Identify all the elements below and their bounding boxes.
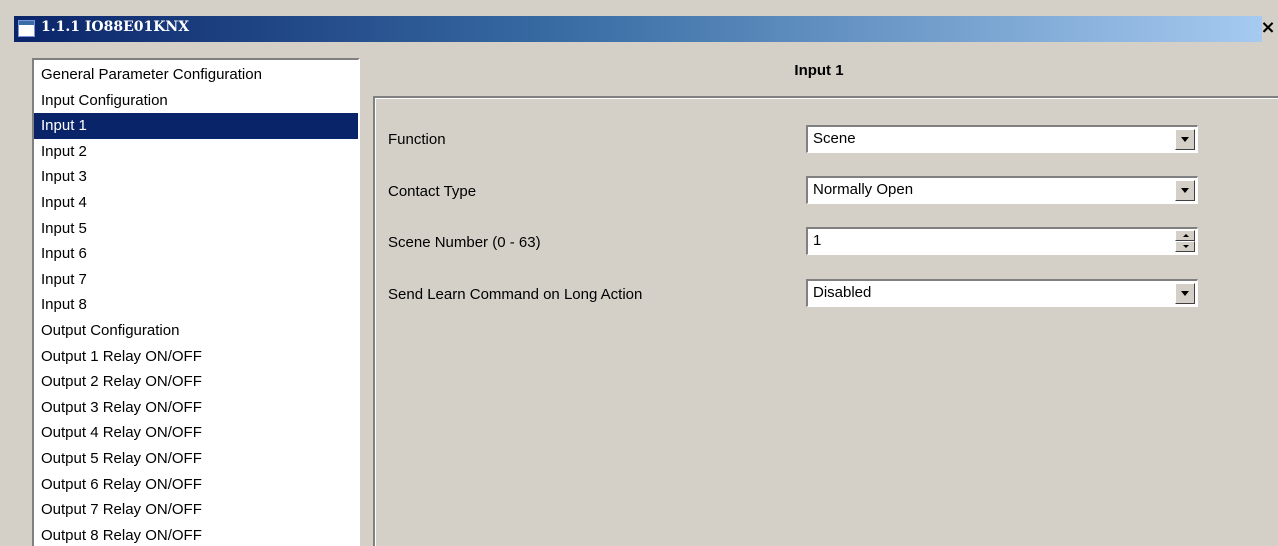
learn-command-dropdown-button[interactable] [1175, 283, 1195, 304]
chevron-down-icon [1181, 137, 1189, 142]
function-dropdown-button[interactable] [1175, 129, 1195, 150]
nav-item-output-2-relay[interactable]: Output 2 Relay ON/OFF [34, 369, 358, 395]
parameter-page-list: General Parameter Configuration Input Co… [32, 58, 360, 546]
scene-number-spinbox[interactable]: 1 [806, 227, 1198, 255]
nav-item-input-2[interactable]: Input 2 [34, 139, 358, 165]
nav-item-input-1[interactable]: Input 1 [34, 113, 358, 139]
scene-number-label: Scene Number (0 - 63) [388, 234, 541, 251]
nav-item-output-7-relay[interactable]: Output 7 Relay ON/OFF [34, 497, 358, 523]
nav-item-output-1-relay[interactable]: Output 1 Relay ON/OFF [34, 344, 358, 370]
arrow-up-icon [1183, 234, 1189, 237]
window-title: 1.1.1 IO88E01KNX [41, 19, 190, 35]
arrow-down-icon [1183, 245, 1189, 248]
function-value: Scene [813, 130, 856, 147]
chevron-down-icon [1181, 291, 1189, 296]
learn-command-label: Send Learn Command on Long Action [388, 286, 643, 303]
title-bar: 1.1.1 IO88E01KNX × [0, 0, 1278, 44]
window-icon [18, 20, 35, 37]
learn-command-dropdown[interactable]: Disabled [806, 279, 1198, 307]
nav-item-input-3[interactable]: Input 3 [34, 164, 358, 190]
nav-item-output-8-relay[interactable]: Output 8 Relay ON/OFF [34, 523, 358, 546]
nav-item-output-4-relay[interactable]: Output 4 Relay ON/OFF [34, 420, 358, 446]
chevron-down-icon [1181, 188, 1189, 193]
nav-item-input-4[interactable]: Input 4 [34, 190, 358, 216]
parameter-group-box [373, 96, 1278, 546]
nav-item-output-configuration[interactable]: Output Configuration [34, 318, 358, 344]
spin-up-button[interactable] [1175, 230, 1195, 241]
nav-item-input-configuration[interactable]: Input Configuration [34, 88, 358, 114]
nav-item-general-parameter-configuration[interactable]: General Parameter Configuration [34, 62, 358, 88]
title-bar-gradient[interactable] [14, 16, 1262, 42]
contact-type-dropdown-button[interactable] [1175, 180, 1195, 201]
spin-down-button[interactable] [1175, 241, 1195, 252]
nav-item-output-5-relay[interactable]: Output 5 Relay ON/OFF [34, 446, 358, 472]
nav-item-output-3-relay[interactable]: Output 3 Relay ON/OFF [34, 395, 358, 421]
scene-number-value: 1 [813, 232, 822, 249]
nav-item-input-8[interactable]: Input 8 [34, 292, 358, 318]
nav-item-input-5[interactable]: Input 5 [34, 216, 358, 242]
contact-type-value: Normally Open [813, 181, 914, 198]
close-button[interactable]: × [1258, 16, 1278, 40]
function-dropdown[interactable]: Scene [806, 125, 1198, 153]
nav-item-output-6-relay[interactable]: Output 6 Relay ON/OFF [34, 472, 358, 498]
nav-item-input-6[interactable]: Input 6 [34, 241, 358, 267]
function-label: Function [388, 131, 446, 148]
learn-command-value: Disabled [813, 284, 872, 301]
contact-type-label: Contact Type [388, 183, 477, 200]
contact-type-dropdown[interactable]: Normally Open [806, 176, 1198, 204]
panel-title: Input 1 [794, 62, 844, 79]
nav-item-input-7[interactable]: Input 7 [34, 267, 358, 293]
